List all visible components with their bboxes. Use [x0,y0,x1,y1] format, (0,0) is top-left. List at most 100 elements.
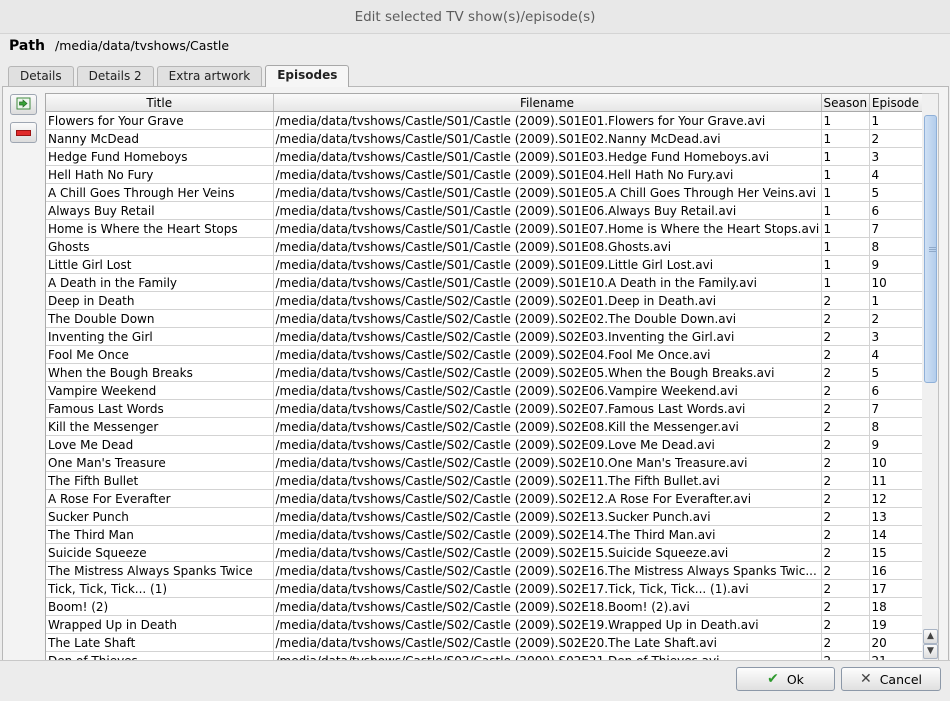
table-row[interactable]: A Rose For Everafter/media/data/tvshows/… [46,489,922,508]
table-row[interactable]: Kill the Messenger/media/data/tvshows/Ca… [46,417,922,436]
table-vertical-scrollbar[interactable]: ▲ ▼ [922,93,939,661]
cell-episode: 6 [869,201,922,220]
cancel-button-label: Cancel [879,671,923,687]
cell-filename: /media/data/tvshows/Castle/S02/Castle (2… [273,471,822,490]
scroll-down-arrow-icon[interactable]: ▼ [923,644,938,659]
table-row[interactable]: Home is Where the Heart Stops/media/data… [46,219,922,238]
cell-title: When the Bough Breaks [46,363,274,382]
table-row[interactable]: The Late Shaft/media/data/tvshows/Castle… [46,633,922,652]
cell-episode: 9 [869,255,922,274]
table-row[interactable]: When the Bough Breaks/media/data/tvshows… [46,363,922,382]
cell-filename: /media/data/tvshows/Castle/S01/Castle (2… [273,111,822,130]
cell-episode: 9 [869,435,922,454]
column-header-filename[interactable]: Filename [273,94,822,112]
cell-filename: /media/data/tvshows/Castle/S02/Castle (2… [273,345,822,364]
tab-episodes[interactable]: Episodes [265,65,350,87]
cell-season: 2 [821,453,870,472]
tab-details[interactable]: Details [8,66,74,86]
table-row[interactable]: Fool Me Once/media/data/tvshows/Castle/S… [46,345,922,364]
table-row[interactable]: Love Me Dead/media/data/tvshows/Castle/S… [46,435,922,454]
cell-filename: /media/data/tvshows/Castle/S01/Castle (2… [273,255,822,274]
cell-title: Home is Where the Heart Stops [46,219,274,238]
table-row[interactable]: Boom! (2)/media/data/tvshows/Castle/S02/… [46,597,922,616]
column-header-season[interactable]: Season [821,94,870,112]
cell-season: 1 [821,273,870,292]
add-episode-button[interactable] [10,94,37,115]
table-row[interactable]: The Mistress Always Spanks Twice/media/d… [46,561,922,580]
cell-season: 1 [821,237,870,256]
cell-season: 1 [821,129,870,148]
cell-season: 2 [821,615,870,634]
tab-details-2[interactable]: Details 2 [76,66,154,86]
remove-episode-button[interactable] [10,122,37,143]
cell-season: 2 [821,417,870,436]
table-row[interactable]: A Death in the Family/media/data/tvshows… [46,273,922,292]
column-header-title[interactable]: Title [46,94,274,112]
cell-season: 2 [821,543,870,562]
cell-title: Love Me Dead [46,435,274,454]
table-row[interactable]: Always Buy Retail/media/data/tvshows/Cas… [46,201,922,220]
cell-title: Suicide Squeeze [46,543,274,562]
close-icon: ✕ [859,671,872,687]
table-row[interactable]: The Double Down/media/data/tvshows/Castl… [46,309,922,328]
table-row[interactable]: One Man's Treasure/media/data/tvshows/Ca… [46,453,922,472]
cancel-button[interactable]: ✕ Cancel [841,667,941,691]
cell-episode: 1 [869,111,922,130]
table-row[interactable]: Hell Hath No Fury/media/data/tvshows/Cas… [46,165,922,184]
cell-season: 1 [821,111,870,130]
cell-title: One Man's Treasure [46,453,274,472]
table-row[interactable]: The Fifth Bullet/media/data/tvshows/Cast… [46,471,922,490]
cell-episode: 6 [869,381,922,400]
cell-title: Deep in Death [46,291,274,310]
table-row[interactable]: Famous Last Words/media/data/tvshows/Cas… [46,399,922,418]
table-row[interactable]: A Chill Goes Through Her Veins/media/dat… [46,183,922,202]
cell-episode: 13 [869,507,922,526]
cell-season: 2 [821,399,870,418]
table-row[interactable]: Vampire Weekend/media/data/tvshows/Castl… [46,381,922,400]
table-row[interactable]: Ghosts/media/data/tvshows/Castle/S01/Cas… [46,237,922,256]
cell-title: The Third Man [46,525,274,544]
cell-title: Ghosts [46,237,274,256]
table-row[interactable]: Sucker Punch/media/data/tvshows/Castle/S… [46,507,922,526]
table-row[interactable]: Nanny McDead/media/data/tvshows/Castle/S… [46,129,922,148]
scrollbar-thumb[interactable] [924,115,937,383]
cell-filename: /media/data/tvshows/Castle/S02/Castle (2… [273,507,822,526]
table-row[interactable]: Little Girl Lost/media/data/tvshows/Cast… [46,255,922,274]
cell-episode: 3 [869,147,922,166]
dialog-button-bar: ✔ Ok ✕ Cancel [0,660,950,701]
tab-extra-artwork[interactable]: Extra artwork [156,66,263,86]
cell-season: 2 [821,345,870,364]
table-row[interactable]: Wrapped Up in Death/media/data/tvshows/C… [46,615,922,634]
cell-title: A Chill Goes Through Her Veins [46,183,274,202]
cell-filename: /media/data/tvshows/Castle/S01/Castle (2… [273,219,822,238]
table-row[interactable]: Suicide Squeeze/media/data/tvshows/Castl… [46,543,922,562]
cell-season: 2 [821,435,870,454]
ok-button[interactable]: ✔ Ok [736,667,835,691]
cell-title: Fool Me Once [46,345,274,364]
table-row[interactable]: Hedge Fund Homeboys/media/data/tvshows/C… [46,147,922,166]
cell-filename: /media/data/tvshows/Castle/S02/Castle (2… [273,453,822,472]
cell-title: Tick, Tick, Tick... (1) [46,579,274,598]
table-row[interactable]: The Third Man/media/data/tvshows/Castle/… [46,525,922,544]
cell-title: Sucker Punch [46,507,274,526]
table-row[interactable]: Tick, Tick, Tick... (1)/media/data/tvsho… [46,579,922,598]
cell-episode: 12 [869,489,922,508]
table-row[interactable]: Inventing the Girl/media/data/tvshows/Ca… [46,327,922,346]
table-row[interactable]: Deep in Death/media/data/tvshows/Castle/… [46,291,922,310]
cell-filename: /media/data/tvshows/Castle/S02/Castle (2… [273,417,822,436]
scroll-up-arrow-icon[interactable]: ▲ [923,629,938,644]
cell-season: 1 [821,219,870,238]
cell-season: 2 [821,561,870,580]
episodes-table[interactable]: Title Filename Season Episode Flowers fo… [45,93,923,661]
cell-season: 2 [821,327,870,346]
cell-title: A Death in the Family [46,273,274,292]
table-row[interactable]: Flowers for Your Grave/media/data/tvshow… [46,111,922,130]
cell-filename: /media/data/tvshows/Castle/S02/Castle (2… [273,615,822,634]
ok-button-label: Ok [786,671,804,687]
column-header-episode[interactable]: Episode [869,94,922,112]
cell-episode: 19 [869,615,922,634]
cell-season: 1 [821,165,870,184]
add-episode-icon [16,97,31,113]
window-titlebar[interactable]: Edit selected TV show(s)/episode(s) [0,0,950,34]
cell-filename: /media/data/tvshows/Castle/S01/Castle (2… [273,129,822,148]
